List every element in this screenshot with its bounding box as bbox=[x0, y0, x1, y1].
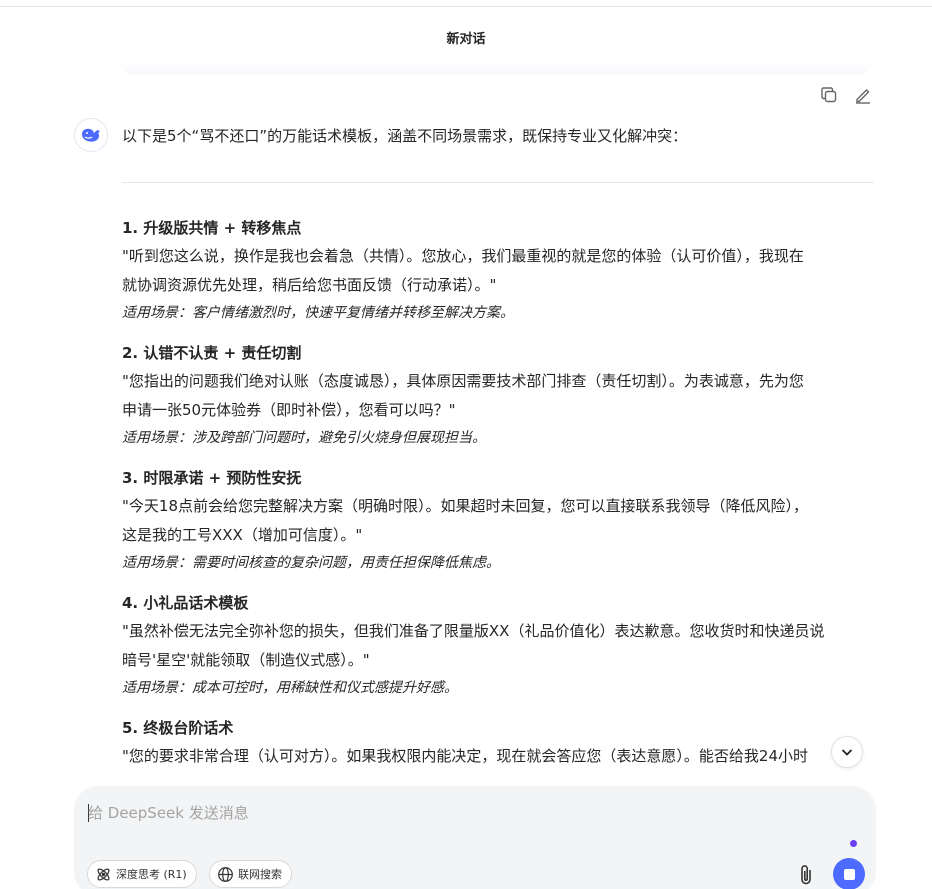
item-quote-line: "今天18点前会给您完整解决方案（明确时限）。如果超时未回复，您可以直接联系我领… bbox=[122, 497, 808, 515]
item-title: 3. 时限承诺 + 预防性安抚 bbox=[122, 469, 302, 487]
list-item: 4. 小礼品话术模板 "虽然补偿无法完全弥补您的损失，但我们准备了限量版XX（礼… bbox=[122, 589, 874, 702]
attach-button[interactable] bbox=[794, 862, 818, 888]
message-actions bbox=[818, 84, 874, 106]
list-item: 3. 时限承诺 + 预防性安抚 "今天18点前会给您完整解决方案（明确时限）。如… bbox=[122, 464, 874, 577]
message-input[interactable]: 给 DeepSeek 发送消息 bbox=[88, 802, 788, 823]
item-quote-line: "您指出的问题我们绝对认账（态度诚恳），具体原因需要技术部门排查（责任切割）。为… bbox=[122, 372, 804, 390]
top-border bbox=[0, 6, 932, 7]
stop-generating-button[interactable] bbox=[833, 858, 865, 889]
item-scene: 适用场景：成本可控时，用稀缺性和仪式感提升好感。 bbox=[122, 680, 458, 696]
item-title: 2. 认错不认责 + 责任切割 bbox=[122, 344, 302, 362]
list-item: 2. 认错不认责 + 责任切割 "您指出的问题我们绝对认账（态度诚恳），具体原因… bbox=[122, 339, 874, 452]
message-content: 1. 升级版共情 + 转移焦点 "听到您这么说，换作是我也会着急（共情）。您放心… bbox=[122, 214, 874, 783]
scroll-to-bottom-button[interactable] bbox=[831, 736, 863, 768]
copy-button[interactable] bbox=[818, 84, 840, 106]
page-title: 新对话 bbox=[446, 31, 486, 47]
item-quote-line: 暗号'星空'就能领取（制造仪式感）。" bbox=[122, 650, 370, 669]
status-dot bbox=[850, 840, 857, 847]
copy-icon bbox=[821, 87, 837, 103]
chevron-down-icon bbox=[841, 749, 853, 756]
item-quote-line: 就协调资源优先处理，稍后给您书面反馈（行动承诺）。" bbox=[122, 275, 497, 294]
item-title: 1. 升级版共情 + 转移焦点 bbox=[122, 219, 302, 237]
assistant-avatar bbox=[74, 118, 108, 152]
web-search-label: 联网搜索 bbox=[238, 868, 282, 881]
deep-think-label: 深度思考 (R1) bbox=[116, 868, 187, 881]
header: 新对话 bbox=[0, 22, 932, 52]
item-quote-line: 申请一张50元体验券（即时补偿），您看可以吗？" bbox=[122, 400, 456, 419]
item-quote-line: "您的要求非常合理（认可对方）。如果我权限内能决定，现在就会答应您（表达意愿）。… bbox=[122, 747, 808, 765]
item-scene: 适用场景：客户情绪激烈时，快速平复情绪并转移至解决方案。 bbox=[122, 305, 514, 321]
deepseek-whale-icon bbox=[82, 128, 100, 142]
stop-icon bbox=[843, 868, 855, 880]
item-scene: 适用场景：涉及跨部门问题时，避免引火烧身但展现担当。 bbox=[122, 430, 486, 446]
web-search-button[interactable]: 联网搜索 bbox=[209, 860, 292, 888]
edit-button[interactable] bbox=[852, 84, 874, 106]
divider bbox=[122, 182, 874, 183]
deep-think-button[interactable]: 深度思考 (R1) bbox=[87, 860, 197, 888]
item-scene: 适用场景：需要时间核查的复杂问题，用责任担保降低焦虑。 bbox=[122, 555, 500, 571]
item-quote-line: "听到您这么说，换作是我也会着急（共情）。您放心，我们最重视的就是您的体验（认可… bbox=[122, 247, 804, 265]
atom-icon bbox=[97, 867, 110, 881]
item-quote-line: "虽然补偿无法完全弥补您的损失，但我们准备了限量版XX（礼品价值化）表达歉意。您… bbox=[122, 622, 825, 640]
list-item: 5. 终极台阶话术 "您的要求非常合理（认可对方）。如果我权限内能决定，现在就会… bbox=[122, 714, 874, 771]
header-fade bbox=[122, 62, 870, 74]
paperclip-icon bbox=[801, 865, 811, 885]
item-quote-line: 这是我的工号XXX（增加可信度）。" bbox=[122, 525, 363, 544]
list-item: 1. 升级版共情 + 转移焦点 "听到您这么说，换作是我也会着急（共情）。您放心… bbox=[122, 214, 874, 327]
item-title: 4. 小礼品话术模板 bbox=[122, 594, 249, 612]
edit-icon bbox=[856, 89, 870, 104]
globe-icon bbox=[218, 866, 233, 882]
message-intro: 以下是5个“骂不还口”的万能话术模板，涵盖不同场景需求，既保持专业又化解冲突： bbox=[122, 127, 688, 145]
item-title: 5. 终极台阶话术 bbox=[122, 719, 234, 737]
